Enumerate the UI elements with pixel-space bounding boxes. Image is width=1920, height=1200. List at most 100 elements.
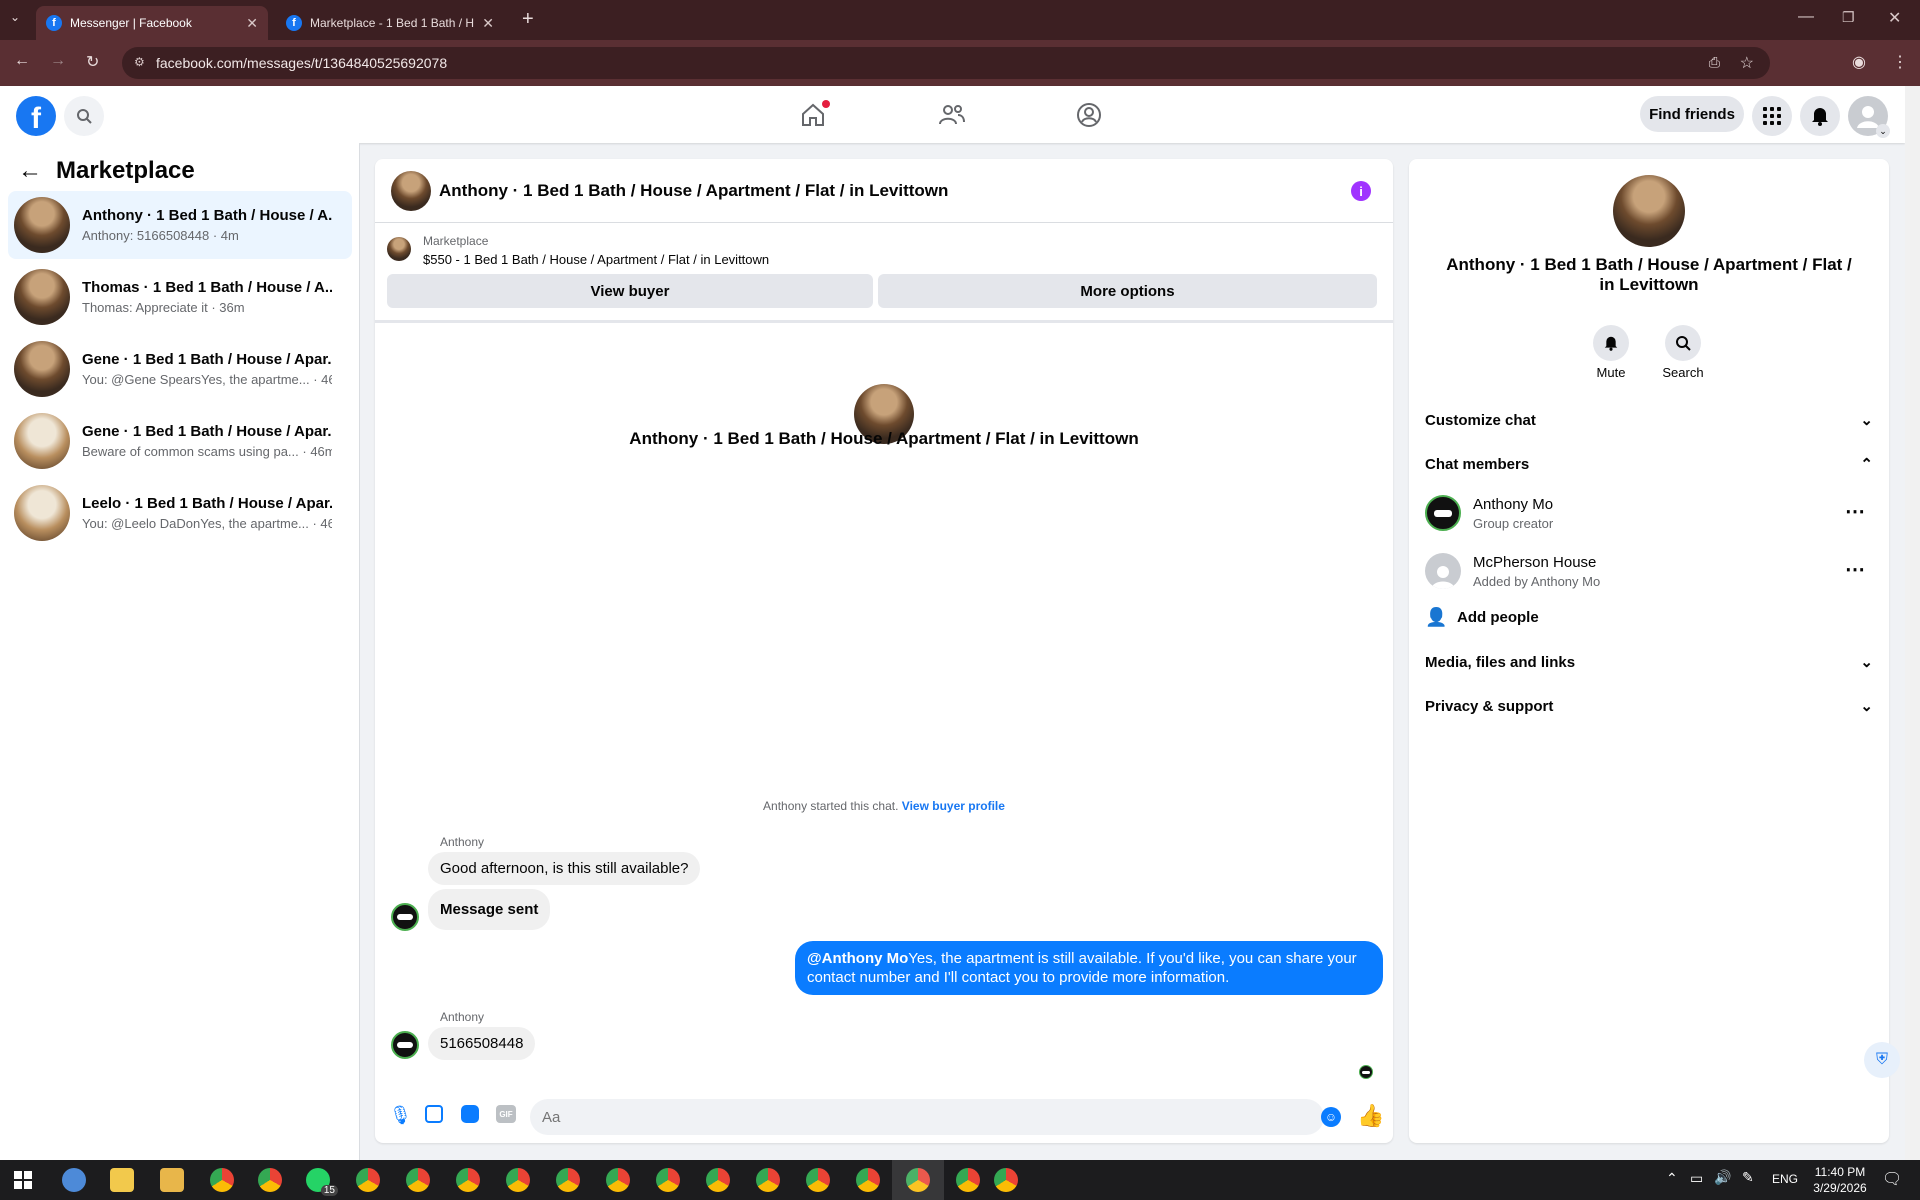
mute-button[interactable] [1593,325,1629,361]
chat-window: Anthony · 1 Bed 1 Bath / House / Apartme… [375,159,1393,1143]
gif-icon[interactable]: GIF [496,1105,516,1123]
windows-start-icon[interactable] [14,1171,32,1189]
view-buyer-button[interactable]: View buyer [387,274,873,308]
message-bubble[interactable]: 5166508448 [428,1027,536,1060]
app-icon[interactable] [62,1168,86,1192]
chat-members-section[interactable]: Chat members ⌃ [1425,455,1873,474]
more-options-button[interactable]: More options [878,274,1377,308]
tab-messenger[interactable]: f Messenger | Facebook ✕ [36,6,268,40]
chrome-icon[interactable] [406,1168,430,1192]
forward-icon[interactable]: → [50,52,66,70]
chrome-icon[interactable] [656,1168,680,1192]
sender-avatar[interactable] [391,1031,419,1059]
conversation-item[interactable]: Leelo · 1 Bed 1 Bath / House / Apar... Yo… [8,479,352,547]
app-icon[interactable] [160,1168,184,1192]
conversation-item[interactable]: Gene · 1 Bed 1 Bath / House / Apar... You… [8,335,352,403]
chrome-icon[interactable] [806,1168,830,1192]
photo-icon[interactable] [425,1105,443,1123]
profile-nav-button[interactable] [1076,102,1102,133]
chrome-icon[interactable] [456,1168,480,1192]
message-input[interactable] [530,1099,1324,1135]
tab-marketplace[interactable]: f Marketplace - 1 Bed 1 Bath / H ✕ [276,6,504,40]
site-info-icon[interactable]: ⚙ [134,55,145,69]
friends-nav-button[interactable] [938,102,966,133]
my-message-bubble[interactable]: @Anthony MoYes, the apartment is still a… [795,941,1383,995]
chrome-icon[interactable] [856,1168,880,1192]
search-chat-button[interactable] [1665,325,1701,361]
privacy-support-section[interactable]: Privacy & support ⌄ [1425,697,1873,716]
sender-avatar[interactable] [391,903,419,931]
shield-icon[interactable]: ⛨ [1864,1042,1900,1078]
info-icon[interactable]: i [1351,181,1371,201]
mute-label: Mute [1596,365,1626,380]
account-avatar[interactable]: ⌄ [1848,96,1890,138]
chrome-icon[interactable] [506,1168,530,1192]
find-friends-button[interactable]: Find friends [1640,96,1744,132]
close-tab-icon[interactable]: ✕ [482,15,494,32]
emoji-icon[interactable]: ☺ [1321,1107,1341,1127]
notifications-button[interactable] [1800,96,1840,136]
message-bubble[interactable]: Good afternoon, is this still available? [428,852,701,885]
chat-info-panel: Anthony · 1 Bed 1 Bath / House / Apartme… [1409,159,1889,1143]
url-bar[interactable]: ⚙ facebook.com/messages/t/13648405256920… [122,47,1770,79]
network-icon[interactable]: ▭ [1690,1170,1703,1187]
conversation-item[interactable]: Gene · 1 Bed 1 Bath / House / Apar... Bew… [8,407,352,475]
member-options-icon[interactable]: ⋯ [1845,557,1865,582]
tab-list-chevron-icon[interactable]: ⌄ [10,10,20,24]
chrome-icon[interactable] [210,1168,234,1192]
clock[interactable]: 11:40 PM 3/29/2026 [1802,1164,1878,1196]
member-avatar [1425,553,1461,589]
close-window-icon[interactable]: ✕ [1888,8,1901,28]
add-people-button[interactable]: 👤 Add people [1425,607,1539,628]
chrome-icon[interactable] [258,1168,282,1192]
volume-icon[interactable]: 🔊 [1714,1169,1731,1186]
page-scrollbar[interactable] [1905,86,1920,1160]
chrome-icon[interactable] [556,1168,580,1192]
microphone-icon[interactable]: 🎙 [389,1105,412,1126]
back-arrow-icon[interactable]: ← [18,157,42,185]
reload-icon[interactable]: ↻ [86,52,99,72]
member-row[interactable]: McPherson House Added by Anthony Mo ⋯ [1425,547,1873,595]
thumbs-up-icon[interactable]: 👍 [1357,1103,1384,1129]
browser-menu-icon[interactable]: ⋮ [1892,52,1908,72]
pen-icon[interactable]: ✎ [1742,1169,1754,1186]
search-button[interactable] [64,96,104,136]
member-row[interactable]: Anthony Mo Group creator ⋯ [1425,489,1873,537]
new-tab-icon[interactable]: + [522,8,534,31]
chrome-icon[interactable] [956,1168,980,1192]
chrome-icon[interactable] [356,1168,380,1192]
restore-icon[interactable]: ❐ [1842,9,1855,26]
whatsapp-icon[interactable]: 15 [306,1168,338,1196]
tray-chevron-icon[interactable]: ⌃ [1666,1170,1678,1187]
chat-avatar[interactable] [391,171,431,211]
chrome-icon[interactable] [706,1168,730,1192]
listing-avatar [14,341,70,397]
sticker-icon[interactable] [461,1105,479,1123]
close-tab-icon[interactable]: ✕ [246,15,258,32]
install-app-icon[interactable]: ⎙ [1709,54,1720,71]
app-icon[interactable] [110,1168,134,1192]
view-buyer-profile-link[interactable]: View buyer profile [902,799,1005,813]
notification-center-icon[interactable]: 🗨 [1882,1169,1902,1189]
menu-button[interactable] [1752,96,1792,136]
conversation-item[interactable]: Anthony · 1 Bed 1 Bath / House / A... Ant… [8,191,352,259]
language-indicator[interactable]: ENG [1772,1172,1798,1186]
minimize-icon[interactable]: — [1798,8,1814,26]
home-nav-button[interactable] [800,100,830,130]
listing-thumbnail[interactable] [387,237,411,261]
message-bubble[interactable]: Message sent [428,889,551,930]
member-options-icon[interactable]: ⋯ [1845,499,1865,524]
bookmark-star-icon[interactable]: ☆ [1740,53,1754,73]
chrome-icon[interactable] [994,1168,1018,1192]
customize-chat-section[interactable]: Customize chat ⌄ [1425,411,1873,430]
facebook-logo-icon[interactable]: f [16,96,56,136]
profile-icon[interactable]: ◉ [1852,52,1866,72]
listing-description[interactable]: $550 - 1 Bed 1 Bath / House / Apartment … [423,252,769,267]
chat-title[interactable]: Anthony · 1 Bed 1 Bath / House / Apartme… [439,181,948,201]
chrome-icon[interactable] [606,1168,630,1192]
active-app-highlight [892,1160,944,1200]
media-files-section[interactable]: Media, files and links ⌄ [1425,653,1873,672]
conversation-item[interactable]: Thomas · 1 Bed 1 Bath / House / A... Thom… [8,263,352,331]
chrome-icon[interactable] [756,1168,780,1192]
back-icon[interactable]: ← [14,52,30,70]
